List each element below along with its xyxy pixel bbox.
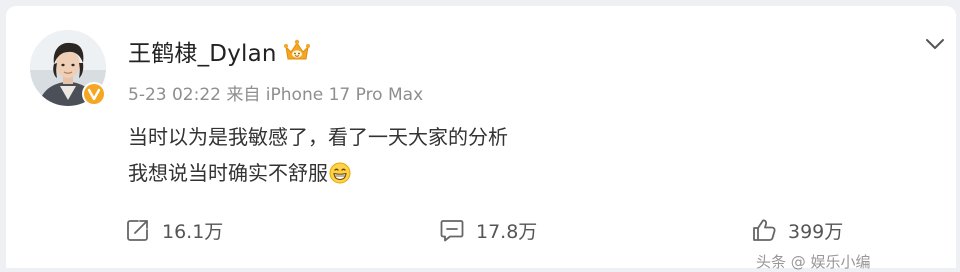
post-meta: 5-23 02:22 来自 iPhone 17 Pro Max <box>128 80 423 105</box>
repost-button[interactable]: 16.1万 <box>124 216 223 244</box>
post-source: 来自 iPhone 17 Pro Max <box>226 85 424 105</box>
post-text-line-with-emoji: 我想说当时确实不舒服 <box>128 157 351 186</box>
comment-button[interactable]: 17.8万 <box>438 216 537 244</box>
comment-count: 17.8万 <box>476 220 538 243</box>
grin-emoji-icon <box>329 162 351 184</box>
crown-icon[interactable] <box>283 38 311 64</box>
like-count: 399万 <box>788 220 844 243</box>
username-row: 王鹤棣_Dylan <box>128 34 311 68</box>
repost-count: 16.1万 <box>162 220 224 243</box>
username[interactable]: 王鹤棣_Dylan <box>128 34 277 68</box>
chevron-down-icon[interactable] <box>924 36 946 52</box>
repost-icon <box>127 220 148 241</box>
verified-v-icon <box>82 82 106 106</box>
post-timestamp[interactable]: 5-23 02:22 <box>128 85 221 105</box>
thumbs-up-icon <box>753 219 776 241</box>
comment-icon <box>440 220 464 242</box>
like-button[interactable]: 399万 <box>750 216 843 244</box>
post-text-line: 当时以为是我敏感了，看了一天大家的分析 <box>128 125 508 149</box>
post-text-line: 我想说当时确实不舒服 <box>128 161 328 185</box>
